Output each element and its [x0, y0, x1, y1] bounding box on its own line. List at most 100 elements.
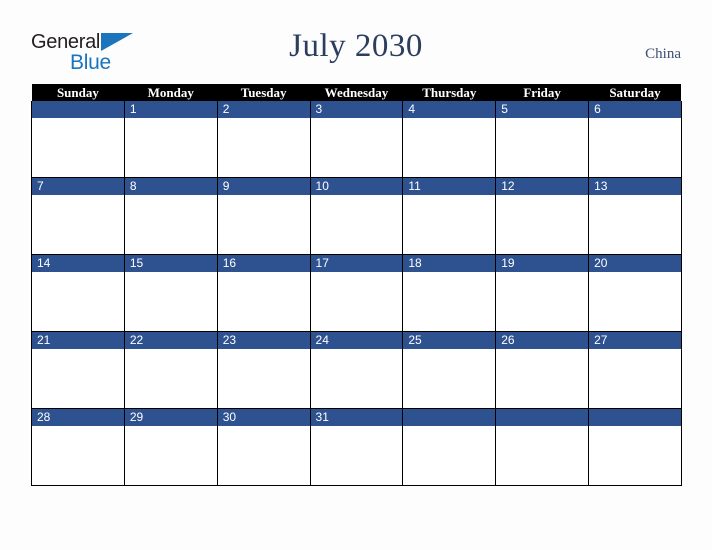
- day-number: 28: [32, 409, 124, 426]
- day-note-area[interactable]: [589, 272, 681, 331]
- day-note-area[interactable]: [403, 272, 496, 331]
- day-number: 7: [32, 178, 124, 195]
- day-note-area[interactable]: [32, 349, 124, 408]
- day-number: 19: [496, 255, 589, 272]
- day-number: [496, 409, 589, 426]
- calendar-day-cell[interactable]: 21: [31, 331, 125, 409]
- calendar-day-cell[interactable]: 8: [123, 177, 218, 255]
- calendar-day-cell[interactable]: 27: [588, 331, 682, 409]
- calendar-day-cell[interactable]: 17: [309, 254, 404, 332]
- calendar-day-cell[interactable]: 1: [123, 101, 218, 178]
- day-note-area[interactable]: [403, 426, 496, 485]
- weekday-header-monday: Monday: [124, 84, 218, 101]
- day-note-area[interactable]: [496, 272, 589, 331]
- day-note-area[interactable]: [589, 426, 681, 485]
- day-number: 10: [310, 178, 403, 195]
- day-number: 6: [589, 101, 681, 118]
- day-note-area[interactable]: [32, 118, 124, 177]
- day-note-area[interactable]: [124, 272, 217, 331]
- day-note-area[interactable]: [310, 118, 403, 177]
- calendar-day-cell[interactable]: 3: [309, 101, 404, 178]
- day-note-area[interactable]: [310, 426, 403, 485]
- calendar-day-cell[interactable]: 6: [588, 101, 682, 178]
- day-number: 9: [217, 178, 310, 195]
- calendar-day-cell[interactable]: 15: [123, 254, 218, 332]
- day-note-area[interactable]: [32, 195, 124, 254]
- calendar-week-row: 21 22 23 24 25 26 27: [31, 331, 682, 409]
- calendar-empty-cell: [402, 408, 497, 486]
- calendar-day-cell[interactable]: 22: [123, 331, 218, 409]
- day-note-area[interactable]: [217, 272, 310, 331]
- weekday-header-tuesday: Tuesday: [217, 84, 311, 101]
- day-note-area[interactable]: [217, 426, 310, 485]
- calendar-day-cell[interactable]: 16: [216, 254, 311, 332]
- calendar-empty-cell: [495, 408, 590, 486]
- day-note-area[interactable]: [403, 195, 496, 254]
- calendar-day-cell[interactable]: 7: [31, 177, 125, 255]
- calendar-day-cell[interactable]: 4: [402, 101, 497, 178]
- day-number: 24: [310, 332, 403, 349]
- calendar-day-cell[interactable]: 25: [402, 331, 497, 409]
- weekday-header-wednesday: Wednesday: [310, 84, 403, 101]
- day-number: [403, 409, 496, 426]
- calendar-day-cell[interactable]: 2: [216, 101, 311, 178]
- calendar-day-cell[interactable]: 29: [123, 408, 218, 486]
- calendar-day-cell[interactable]: 10: [309, 177, 404, 255]
- calendar-empty-cell: [588, 408, 682, 486]
- day-note-area[interactable]: [32, 426, 124, 485]
- calendar-day-cell[interactable]: 12: [495, 177, 590, 255]
- day-note-area[interactable]: [124, 349, 217, 408]
- calendar-week-row: 28 29 30 31: [31, 408, 682, 486]
- day-number: 3: [310, 101, 403, 118]
- day-number: 23: [217, 332, 310, 349]
- day-note-area[interactable]: [310, 272, 403, 331]
- calendar-body: 1 2 3 4 5 6 7 8 9 10 11 12 13 14 15 16 17 18 19 20 21 22 23 24 2…: [31, 101, 682, 486]
- day-number: [32, 101, 124, 118]
- day-number: 29: [124, 409, 217, 426]
- day-note-area[interactable]: [403, 118, 496, 177]
- calendar-day-cell[interactable]: 20: [588, 254, 682, 332]
- day-number: 12: [496, 178, 589, 195]
- day-note-area[interactable]: [217, 118, 310, 177]
- day-note-area[interactable]: [496, 349, 589, 408]
- day-note-area[interactable]: [217, 195, 310, 254]
- calendar-day-cell[interactable]: 31: [309, 408, 404, 486]
- day-number: 31: [310, 409, 403, 426]
- day-note-area[interactable]: [496, 195, 589, 254]
- day-note-area[interactable]: [217, 349, 310, 408]
- calendar-week-row: 7 8 9 10 11 12 13: [31, 177, 682, 255]
- page-header: General Blue July 2030 China: [0, 0, 712, 84]
- day-note-area[interactable]: [124, 426, 217, 485]
- calendar-day-cell[interactable]: 13: [588, 177, 682, 255]
- day-note-area[interactable]: [589, 118, 681, 177]
- calendar-day-cell[interactable]: 19: [495, 254, 590, 332]
- day-note-area[interactable]: [403, 349, 496, 408]
- day-number: 16: [217, 255, 310, 272]
- page-title: July 2030: [289, 28, 423, 64]
- weekday-header-row: Sunday Monday Tuesday Wednesday Thursday…: [31, 84, 682, 101]
- day-note-area[interactable]: [124, 195, 217, 254]
- country-label: China: [645, 46, 681, 62]
- day-note-area[interactable]: [496, 118, 589, 177]
- calendar-day-cell[interactable]: 26: [495, 331, 590, 409]
- day-note-area[interactable]: [310, 349, 403, 408]
- day-note-area[interactable]: [589, 349, 681, 408]
- day-number: [589, 409, 681, 426]
- calendar-day-cell[interactable]: 14: [31, 254, 125, 332]
- calendar-day-cell[interactable]: 11: [402, 177, 497, 255]
- day-number: 18: [403, 255, 496, 272]
- calendar-day-cell[interactable]: 9: [216, 177, 311, 255]
- calendar-day-cell[interactable]: 5: [495, 101, 590, 178]
- calendar-day-cell[interactable]: 18: [402, 254, 497, 332]
- day-note-area[interactable]: [310, 195, 403, 254]
- calendar-day-cell[interactable]: 30: [216, 408, 311, 486]
- calendar-day-cell[interactable]: 24: [309, 331, 404, 409]
- calendar-day-cell[interactable]: 23: [216, 331, 311, 409]
- day-note-area[interactable]: [124, 118, 217, 177]
- day-number: 20: [589, 255, 681, 272]
- calendar-day-cell[interactable]: 28: [31, 408, 125, 486]
- day-note-area[interactable]: [496, 426, 589, 485]
- day-number: 8: [124, 178, 217, 195]
- day-note-area[interactable]: [589, 195, 681, 254]
- day-note-area[interactable]: [32, 272, 124, 331]
